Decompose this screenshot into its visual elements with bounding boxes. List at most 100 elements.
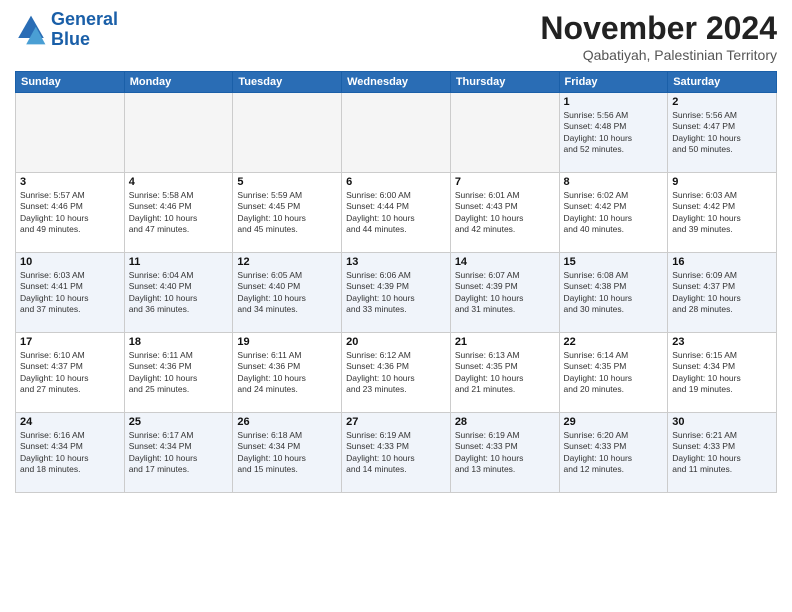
- table-row: 29 Sunrise: 6:20 AM Sunset: 4:33 PM Dayli…: [559, 413, 668, 493]
- title-block: November 2024 Qabatiyah, Palestinian Ter…: [540, 10, 777, 63]
- table-row: 20 Sunrise: 6:12 AM Sunset: 4:36 PM Dayli…: [342, 333, 451, 413]
- day-number: 2: [672, 96, 772, 108]
- day-info: Sunrise: 6:16 AM Sunset: 4:34 PM Dayligh…: [20, 430, 120, 476]
- day-number: 26: [237, 416, 337, 428]
- table-row: 26 Sunrise: 6:18 AM Sunset: 4:34 PM Dayli…: [233, 413, 342, 493]
- table-row: 18Sunrise: 6:11 AM Sunset: 4:36 PM Dayli…: [124, 333, 233, 413]
- day-number: 21: [455, 336, 555, 348]
- table-row: 17Sunrise: 6:10 AM Sunset: 4:37 PM Dayli…: [16, 333, 125, 413]
- day-number: 3: [20, 176, 120, 188]
- day-number: 25: [129, 416, 229, 428]
- day-number: 19: [237, 336, 337, 348]
- logo-icon: [15, 14, 47, 46]
- day-info: Sunrise: 5:59 AM Sunset: 4:45 PM Dayligh…: [237, 190, 337, 236]
- day-header: Tuesday: [233, 72, 342, 93]
- table-row: 5 Sunrise: 5:59 AM Sunset: 4:45 PM Daylig…: [233, 173, 342, 253]
- table-row: 13 Sunrise: 6:06 AM Sunset: 4:39 PM Dayli…: [342, 253, 451, 333]
- day-header: Monday: [124, 72, 233, 93]
- day-info: Sunrise: 6:15 AM Sunset: 4:34 PM Dayligh…: [672, 350, 772, 396]
- table-row: 19Sunrise: 6:11 AM Sunset: 4:36 PM Dayli…: [233, 333, 342, 413]
- day-info: Sunrise: 6:03 AM Sunset: 4:41 PM Dayligh…: [20, 270, 120, 316]
- day-info: Sunrise: 6:19 AM Sunset: 4:33 PM Dayligh…: [346, 430, 446, 476]
- table-row: 14 Sunrise: 6:07 AM Sunset: 4:39 PM Dayli…: [450, 253, 559, 333]
- day-info: Sunrise: 6:06 AM Sunset: 4:39 PM Dayligh…: [346, 270, 446, 316]
- day-info: Sunrise: 6:02 AM Sunset: 4:42 PM Dayligh…: [564, 190, 664, 236]
- day-number: 23: [672, 336, 772, 348]
- table-row: 7 Sunrise: 6:01 AM Sunset: 4:43 PM Daylig…: [450, 173, 559, 253]
- day-info: Sunrise: 6:08 AM Sunset: 4:38 PM Dayligh…: [564, 270, 664, 316]
- day-info: Sunrise: 6:12 AM Sunset: 4:36 PM Dayligh…: [346, 350, 446, 396]
- day-number: 27: [346, 416, 446, 428]
- table-row: 11 Sunrise: 6:04 AM Sunset: 4:40 PM Dayli…: [124, 253, 233, 333]
- table-row: 30 Sunrise: 6:21 AM Sunset: 4:33 PM Dayli…: [668, 413, 777, 493]
- day-info: Sunrise: 6:00 AM Sunset: 4:44 PM Dayligh…: [346, 190, 446, 236]
- table-row: 25 Sunrise: 6:17 AM Sunset: 4:34 PM Dayli…: [124, 413, 233, 493]
- table-row: 22 Sunrise: 6:14 AM Sunset: 4:35 PM Dayli…: [559, 333, 668, 413]
- table-row: 27 Sunrise: 6:19 AM Sunset: 4:33 PM Dayli…: [342, 413, 451, 493]
- page-header: General Blue November 2024 Qabatiyah, Pa…: [15, 10, 777, 63]
- day-number: 16: [672, 256, 772, 268]
- day-number: 1: [564, 96, 664, 108]
- day-number: 29: [564, 416, 664, 428]
- logo: General Blue: [15, 10, 118, 50]
- table-row: [16, 93, 125, 173]
- day-info: Sunrise: 6:01 AM Sunset: 4:43 PM Dayligh…: [455, 190, 555, 236]
- day-info: Sunrise: 6:18 AM Sunset: 4:34 PM Dayligh…: [237, 430, 337, 476]
- day-number: 12: [237, 256, 337, 268]
- day-number: 11: [129, 256, 229, 268]
- table-row: 9Sunrise: 6:03 AM Sunset: 4:42 PM Daylig…: [668, 173, 777, 253]
- table-row: [124, 93, 233, 173]
- day-info: Sunrise: 6:21 AM Sunset: 4:33 PM Dayligh…: [672, 430, 772, 476]
- day-info: Sunrise: 6:05 AM Sunset: 4:40 PM Dayligh…: [237, 270, 337, 316]
- day-info: Sunrise: 5:56 AM Sunset: 4:47 PM Dayligh…: [672, 110, 772, 156]
- day-number: 6: [346, 176, 446, 188]
- day-info: Sunrise: 6:11 AM Sunset: 4:36 PM Dayligh…: [129, 350, 229, 396]
- day-info: Sunrise: 5:56 AM Sunset: 4:48 PM Dayligh…: [564, 110, 664, 156]
- day-info: Sunrise: 6:04 AM Sunset: 4:40 PM Dayligh…: [129, 270, 229, 316]
- day-number: 5: [237, 176, 337, 188]
- day-number: 24: [20, 416, 120, 428]
- table-row: 1 Sunrise: 5:56 AM Sunset: 4:48 PM Daylig…: [559, 93, 668, 173]
- day-number: 14: [455, 256, 555, 268]
- table-row: 10Sunrise: 6:03 AM Sunset: 4:41 PM Dayli…: [16, 253, 125, 333]
- day-header: Sunday: [16, 72, 125, 93]
- day-info: Sunrise: 6:03 AM Sunset: 4:42 PM Dayligh…: [672, 190, 772, 236]
- calendar-week-row: 1 Sunrise: 5:56 AM Sunset: 4:48 PM Daylig…: [16, 93, 777, 173]
- day-header: Wednesday: [342, 72, 451, 93]
- day-number: 13: [346, 256, 446, 268]
- month-title: November 2024: [540, 10, 777, 47]
- day-header: Friday: [559, 72, 668, 93]
- logo-line1: General: [51, 10, 118, 30]
- table-row: 3 Sunrise: 5:57 AM Sunset: 4:46 PM Daylig…: [16, 173, 125, 253]
- day-number: 30: [672, 416, 772, 428]
- calendar-week-row: 17Sunrise: 6:10 AM Sunset: 4:37 PM Dayli…: [16, 333, 777, 413]
- table-row: 2 Sunrise: 5:56 AM Sunset: 4:47 PM Daylig…: [668, 93, 777, 173]
- day-number: 7: [455, 176, 555, 188]
- day-info: Sunrise: 6:17 AM Sunset: 4:34 PM Dayligh…: [129, 430, 229, 476]
- day-info: Sunrise: 6:14 AM Sunset: 4:35 PM Dayligh…: [564, 350, 664, 396]
- day-info: Sunrise: 6:20 AM Sunset: 4:33 PM Dayligh…: [564, 430, 664, 476]
- table-row: [342, 93, 451, 173]
- table-row: [450, 93, 559, 173]
- day-number: 22: [564, 336, 664, 348]
- table-row: 28Sunrise: 6:19 AM Sunset: 4:33 PM Dayli…: [450, 413, 559, 493]
- table-row: 23 Sunrise: 6:15 AM Sunset: 4:34 PM Dayli…: [668, 333, 777, 413]
- day-header: Saturday: [668, 72, 777, 93]
- day-number: 15: [564, 256, 664, 268]
- page-container: General Blue November 2024 Qabatiyah, Pa…: [0, 0, 792, 612]
- day-number: 4: [129, 176, 229, 188]
- table-row: 12 Sunrise: 6:05 AM Sunset: 4:40 PM Dayli…: [233, 253, 342, 333]
- calendar-body: 1 Sunrise: 5:56 AM Sunset: 4:48 PM Daylig…: [16, 93, 777, 493]
- day-info: Sunrise: 6:13 AM Sunset: 4:35 PM Dayligh…: [455, 350, 555, 396]
- day-info: Sunrise: 6:07 AM Sunset: 4:39 PM Dayligh…: [455, 270, 555, 316]
- logo-text: General Blue: [51, 10, 118, 50]
- table-row: 4Sunrise: 5:58 AM Sunset: 4:46 PM Daylig…: [124, 173, 233, 253]
- calendar-table: SundayMondayTuesdayWednesdayThursdayFrid…: [15, 71, 777, 493]
- table-row: 21 Sunrise: 6:13 AM Sunset: 4:35 PM Dayli…: [450, 333, 559, 413]
- logo-line2: Blue: [51, 30, 118, 50]
- day-info: Sunrise: 6:10 AM Sunset: 4:37 PM Dayligh…: [20, 350, 120, 396]
- day-number: 20: [346, 336, 446, 348]
- calendar-header-row: SundayMondayTuesdayWednesdayThursdayFrid…: [16, 72, 777, 93]
- day-info: Sunrise: 5:57 AM Sunset: 4:46 PM Dayligh…: [20, 190, 120, 236]
- table-row: 24 Sunrise: 6:16 AM Sunset: 4:34 PM Dayli…: [16, 413, 125, 493]
